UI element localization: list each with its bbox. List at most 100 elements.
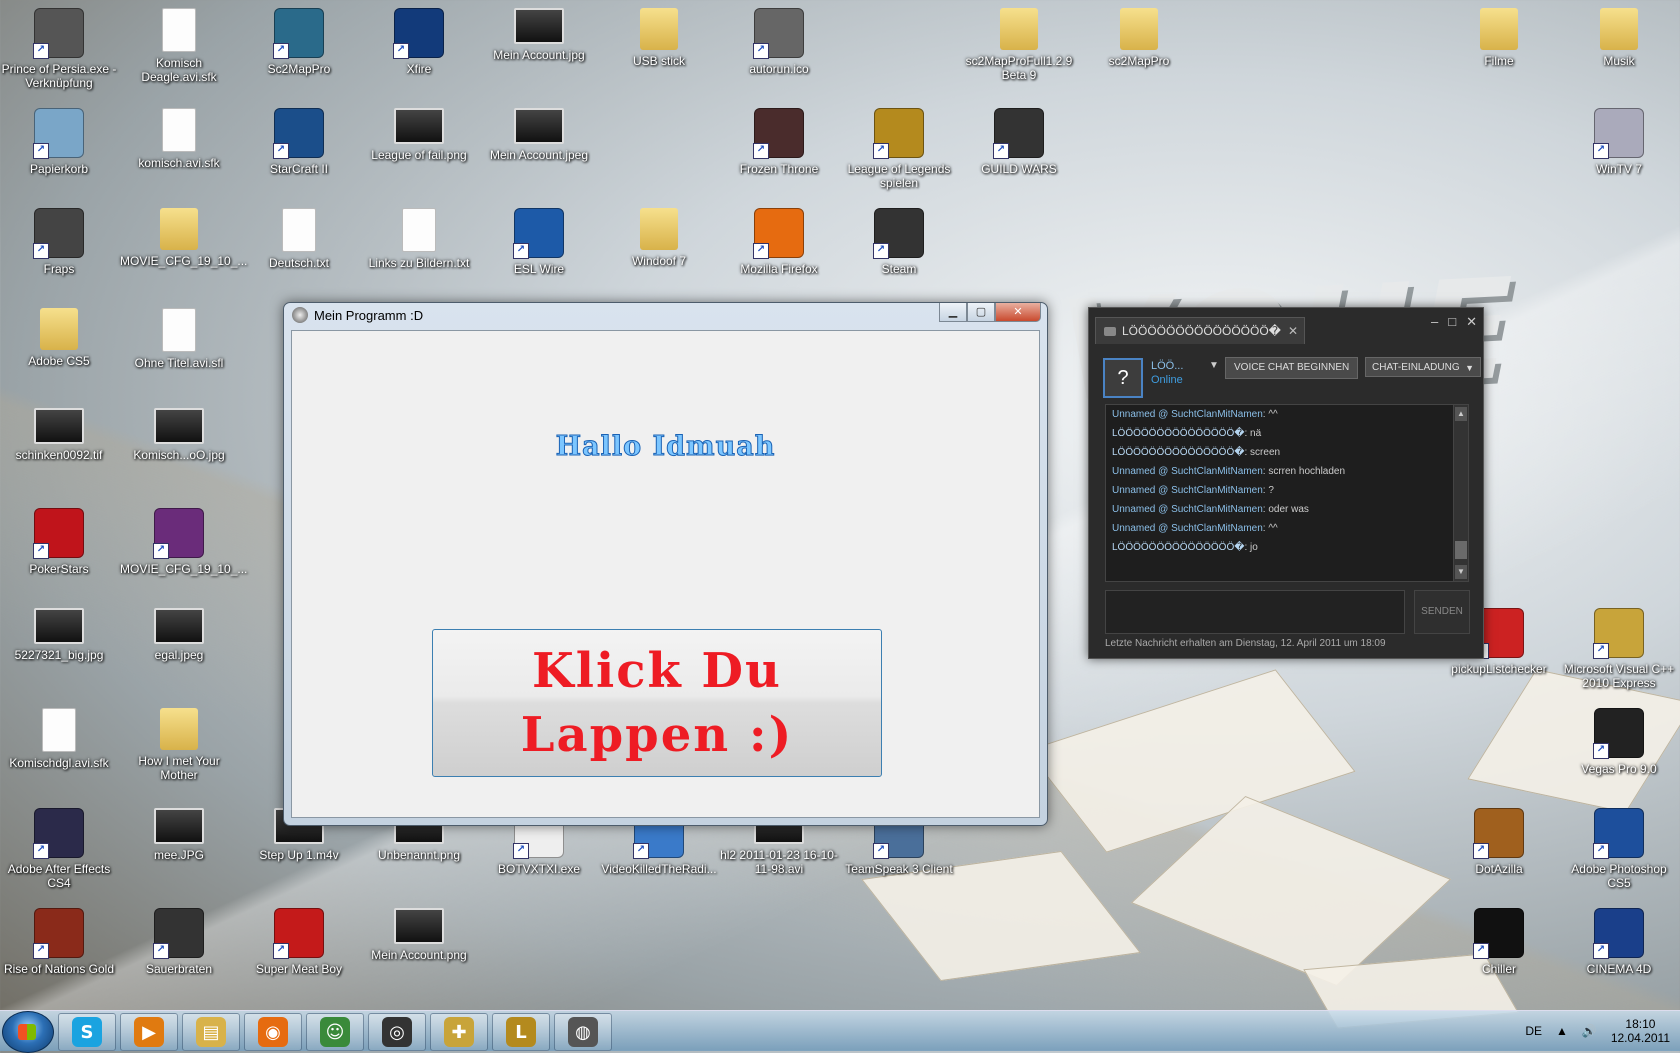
taskbar-button-league-of-legends[interactable]: L [492,1013,550,1051]
minimize-button[interactable]: – [1431,314,1438,330]
scroll-down-icon[interactable]: ▼ [1455,565,1467,579]
tray-expand-icon[interactable]: ▲ [1556,1024,1568,1038]
desktop-icon[interactable]: League of fail.png [360,108,478,162]
desktop-icon[interactable]: ↗ League of Legends spielen [840,108,958,190]
desktop-icon[interactable]: ↗ autorun.ico [720,8,838,76]
desktop-icon[interactable]: ↗ Frozen Throne [720,108,838,176]
taskbar-button-explorer[interactable]: ▤ [182,1013,240,1051]
voice-chat-button[interactable]: VOICE CHAT BEGINNEN [1225,357,1359,379]
desktop-icon-label: Papierkorb [29,162,89,176]
desktop-icon[interactable]: ↗ Adobe Photoshop CS5 [1560,808,1678,890]
desktop-icon[interactable]: Mein Account.jpg [480,8,598,62]
desktop-icon[interactable]: Windoof 7 [600,208,718,268]
clock[interactable]: 18:10 12.04.2011 [1611,1017,1670,1045]
desktop-icon[interactable]: ↗ Adobe After Effects CS4 [0,808,118,890]
desktop-icon[interactable]: ↗ Xfire [360,8,478,76]
desktop-icon[interactable]: USB stick [600,8,718,68]
shortcut-arrow-icon: ↗ [1593,843,1609,859]
taskbar-button-messenger[interactable]: ☺ [306,1013,364,1051]
desktop-icon[interactable]: egal.jpeg [120,608,238,662]
desktop-icon[interactable]: mee.JPG [120,808,238,862]
desktop-icon[interactable]: Links zu Bildern.txt [360,208,478,270]
taskbar-button-steam[interactable]: ◎ [368,1013,426,1051]
avatar[interactable]: ? [1103,358,1143,398]
taskbar-button-program[interactable]: ◍ [554,1013,612,1051]
desktop-icon[interactable]: Adobe CS5 [0,308,118,368]
message-text: : ^^ [1262,523,1278,534]
tab-close-icon[interactable]: ✕ [1288,324,1298,338]
desktop-icon[interactable]: Ohne Titel.avi.sfl [120,308,238,370]
taskbar-button-firefox[interactable]: ◉ [244,1013,302,1051]
shortcut-arrow-icon: ↗ [993,143,1009,159]
skype-icon: S [72,1017,102,1047]
desktop-icon[interactable]: ↗ Fraps [0,208,118,276]
desktop-icon[interactable]: ↗ StarCraft II [240,108,358,176]
app-icon: ↗ [153,908,204,959]
chat-tab[interactable]: LÖÖÖÖÖÖÖÖÖÖÖÖÖÖÖ� ✕ [1095,317,1305,344]
taskbar-button-skype[interactable]: S [58,1013,116,1051]
file-icon [162,308,196,352]
desktop-icon[interactable]: ↗ WinTV 7 [1560,108,1678,176]
desktop-icon[interactable]: ↗ CINEMA 4D [1560,908,1678,976]
desktop-icon[interactable]: Deutsch.txt [240,208,358,270]
close-button[interactable]: ✕ [1466,314,1477,330]
chat-invite-label: CHAT-EINLADUNG [1372,362,1460,373]
shortcut-arrow-icon: ↗ [873,243,889,259]
message-sender: LÖÖÖÖÖÖÖÖÖÖÖÖÖÖÖ� [1112,542,1245,553]
desktop-icon-label: Rise of Nations Gold [3,962,115,976]
desktop-icon[interactable]: ↗ Vegas Pro 9.0 [1560,708,1678,776]
desktop-icon[interactable]: ↗ MOVIE_CFG_19_10_... [120,508,247,576]
desktop-icon[interactable]: ↗ Prince of Persia.exe - Verknüpfung [0,8,118,90]
send-button[interactable]: SENDEN [1414,590,1470,634]
desktop-icon[interactable]: ↗ GUILD WARS [960,108,1078,176]
desktop-icon[interactable]: Komisch...oO.jpg [120,408,238,462]
maximize-button[interactable]: □ [1448,314,1456,330]
desktop-icon[interactable]: Musik [1560,8,1678,68]
desktop-icon[interactable]: ↗ Mozilla Firefox [720,208,838,276]
desktop-icon[interactable]: ↗ DotAzilla [1440,808,1558,876]
desktop-icon[interactable]: Mein Account.jpeg [480,108,598,162]
scrollbar[interactable]: ▲ ▼ [1453,405,1468,581]
desktop-icon[interactable]: ↗ Microsoft Visual C++ 2010 Express [1560,608,1678,690]
desktop-icon[interactable]: ↗ Papierkorb [0,108,118,176]
desktop-icon[interactable]: komisch.avi.sfk [120,108,238,170]
desktop-icon[interactable]: schinken0092.tif [0,408,118,462]
window-titlebar[interactable]: Mein Programm :D [284,303,1047,327]
scroll-thumb[interactable] [1455,541,1467,559]
desktop-icon[interactable]: Komisch Deagle.avi.sfk [120,8,238,84]
chat-message: Unnamed @ SuchtClanMitNamen: ? [1106,481,1468,500]
desktop-icon[interactable]: ↗ PokerStars [0,508,118,576]
desktop-icon[interactable]: ↗ ESL Wire [480,208,598,276]
close-button[interactable]: ✕ [995,303,1041,322]
desktop-icon[interactable]: Komischdgl.avi.sfk [0,708,118,770]
desktop-icon[interactable]: ↗ Super Meat Boy [240,908,358,976]
desktop-icon[interactable]: ↗ Sauerbraten [120,908,238,976]
klick-button[interactable]: Klick Du Lappen :) [432,629,882,777]
language-indicator[interactable]: DE [1525,1024,1542,1038]
desktop-icon[interactable]: Filme [1440,8,1558,68]
desktop-icon[interactable]: ↗ Steam [840,208,958,276]
desktop-icon[interactable]: sc2MapProFull1.2.9 Beta 9 [960,8,1078,82]
chevron-down-icon[interactable]: ▼ [1209,360,1219,371]
shortcut-arrow-icon: ↗ [1593,143,1609,159]
desktop-icon[interactable]: ↗ Sc2MapPro [240,8,358,76]
message-list[interactable]: Unnamed @ SuchtClanMitNamen: ^^ LÖÖÖÖÖÖÖÖ… [1105,404,1469,582]
desktop-icon-label: pickupListchecker [1451,662,1547,676]
chat-invite-dropdown[interactable]: CHAT-EINLADUNG ▼ [1365,357,1481,377]
taskbar-button-visual-studio[interactable]: ✚ [430,1013,488,1051]
taskbar-button-media-player[interactable]: ▶ [120,1013,178,1051]
desktop-icon[interactable]: ↗ Chiller [1440,908,1558,976]
maximize-button[interactable]: ▢ [967,303,995,322]
desktop-icon[interactable]: MOVIE_CFG_19_10_... [120,208,247,268]
minimize-button[interactable]: ▁ [939,303,967,322]
volume-icon[interactable]: 🔊 [1582,1024,1597,1038]
shortcut-arrow-icon: ↗ [33,543,49,559]
desktop-icon[interactable]: How I met Your Mother [120,708,238,782]
desktop-icon[interactable]: 5227321_big.jpg [0,608,118,662]
message-input[interactable] [1105,590,1405,634]
start-button[interactable] [2,1011,54,1053]
desktop-icon[interactable]: Mein Account.png [360,908,478,962]
desktop-icon[interactable]: ↗ Rise of Nations Gold [0,908,118,976]
desktop-icon[interactable]: sc2MapPro [1080,8,1198,68]
scroll-up-icon[interactable]: ▲ [1455,407,1467,421]
